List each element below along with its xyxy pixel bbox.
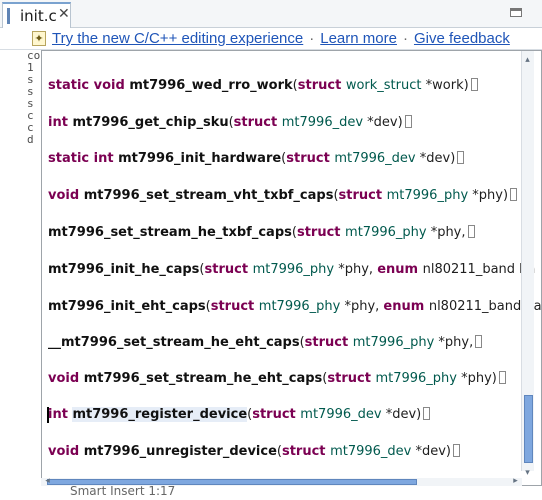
signature-text: *phy,: [334, 262, 378, 277]
lightbulb-icon: ✦: [32, 31, 46, 46]
keyword-text: struct: [210, 299, 259, 314]
status-strip: Smart Insert 1:17: [0, 484, 542, 500]
learn-more-link[interactable]: Learn more: [320, 28, 397, 50]
collapsed-parameter-icon[interactable]: [453, 444, 461, 457]
function-name: mt7996_init_hardware: [118, 151, 282, 166]
editor-tab-strip: init.c ✕: [0, 0, 542, 28]
type-name: mt7996_phy: [345, 225, 427, 240]
collapsed-parameter-icon[interactable]: [498, 371, 506, 384]
collapsed-parameter-icon[interactable]: [457, 151, 465, 164]
signature-text: nl80211_band ba: [422, 262, 536, 277]
status-text: Smart Insert 1:17: [70, 484, 176, 498]
outline-item[interactable]: int mt7996_get_chip_sku(struct mt7996_de…: [48, 111, 412, 134]
type-name: mt7996_dev: [300, 407, 382, 422]
type-name: mt7996_dev: [334, 151, 416, 166]
outline-item[interactable]: void mt7996_set_stream_vht_txbf_caps(str…: [48, 184, 518, 207]
keyword-text: struct: [286, 151, 335, 166]
keyword-text: struct: [233, 115, 282, 130]
signature-text: *phy,: [434, 335, 474, 350]
function-name: mt7996_wed_rro_work: [129, 78, 293, 93]
close-tab-icon[interactable]: ✕: [58, 6, 70, 22]
keyword-text: static: [48, 151, 94, 166]
keyword-text: enum: [377, 262, 423, 277]
editor-notification-bar: ✦ Try the new C/C++ editing experience ·…: [0, 28, 542, 50]
keyword-text: struct: [297, 78, 346, 93]
collapsed-parameter-icon[interactable]: [510, 188, 518, 201]
signature-text: *dev): [381, 407, 422, 422]
try-new-editor-link[interactable]: Try the new C/C++ editing experience: [52, 28, 303, 50]
function-name: mt7996_init_he_caps: [48, 262, 200, 277]
collapsed-parameter-icon[interactable]: [423, 407, 431, 420]
type-name: mt7996_phy: [375, 371, 457, 386]
outline-item[interactable]: mt7996_set_stream_he_txbf_caps(struct mt…: [48, 221, 475, 244]
keyword-text: struct: [327, 371, 376, 386]
collapsed-parameter-icon[interactable]: [404, 115, 412, 128]
signature-text: *dev): [411, 444, 452, 459]
keyword-text: void: [48, 188, 84, 203]
separator-2: ·: [402, 30, 408, 47]
scroll-down-icon[interactable]: ▾: [522, 468, 533, 479]
tab-title: init.c: [20, 7, 57, 25]
signature-text: *phy,: [426, 225, 466, 240]
keyword-text: static: [48, 78, 94, 93]
outline-item[interactable]: void mt7996_unregister_device(struct mt7…: [48, 440, 461, 463]
keyword-text: struct: [252, 407, 301, 422]
outline-item[interactable]: int mt7996_register_device(struct mt7996…: [46, 403, 431, 426]
keyword-text: struct: [204, 262, 253, 277]
editor-tab-init-c[interactable]: init.c ✕: [2, 2, 71, 28]
type-name: mt7996_phy: [386, 188, 469, 203]
signature-text: *phy,: [340, 299, 384, 314]
outline-item[interactable]: __mt7996_set_stream_he_eht_caps(struct m…: [48, 331, 483, 354]
keyword-text: int: [48, 115, 73, 130]
outline-item[interactable]: static int mt7996_init_hardware(struct m…: [48, 147, 465, 170]
separator-1: ·: [309, 30, 315, 47]
keyword-text: int: [93, 151, 119, 166]
keyword-text: struct: [338, 188, 387, 203]
minimize-editor-icon[interactable]: [510, 8, 522, 17]
collapsed-parameter-icon[interactable]: [470, 78, 478, 91]
keyword-text: void: [48, 444, 84, 459]
function-name: mt7996_init_eht_caps: [48, 299, 206, 314]
function-name: mt7996_get_chip_sku: [72, 115, 229, 130]
function-name: mt7996_set_stream_he_txbf_caps: [48, 225, 292, 240]
quick-outline-popup[interactable]: static void mt7996_wed_rro_work(struct w…: [41, 50, 542, 486]
collapsed-parameter-icon[interactable]: [467, 225, 475, 238]
signature-text: *dev): [415, 151, 456, 166]
give-feedback-link[interactable]: Give feedback: [414, 28, 510, 50]
type-name: mt7996_dev: [330, 444, 412, 459]
type-name: mt7996_phy: [352, 335, 435, 350]
keyword-text: enum: [383, 299, 429, 314]
keyword-text: struct: [296, 225, 346, 240]
signature-text: *phy): [468, 188, 509, 203]
type-name: mt7996_phy: [258, 299, 341, 314]
type-name: work_struct: [345, 78, 422, 93]
keyword-text: void: [48, 371, 84, 386]
outline-item[interactable]: mt7996_init_eht_caps(struct mt7996_phy *…: [48, 295, 541, 318]
function-name: mt7996_set_stream_he_eht_caps: [83, 371, 323, 386]
collapsed-parameter-icon[interactable]: [475, 335, 483, 348]
notification-links: Try the new C/C++ editing experience · L…: [52, 28, 510, 50]
signature-text: *phy): [456, 371, 497, 386]
vertical-scroll-thumb[interactable]: [524, 395, 533, 463]
keyword-text: void: [93, 78, 130, 93]
file-marker-icon: [7, 8, 16, 24]
editor-left-margin: [0, 50, 27, 500]
outline-item[interactable]: mt7996_init_he_caps(struct mt7996_phy *p…: [48, 258, 535, 281]
function-name: mt7996_register_device: [72, 407, 248, 422]
scroll-up-icon[interactable]: ▴: [522, 55, 533, 66]
keyword-text: int: [48, 407, 73, 422]
function-name: __mt7996_set_stream_he_eht_caps: [48, 335, 300, 350]
outline-item[interactable]: void mt7996_set_stream_he_eht_caps(struc…: [48, 367, 506, 390]
type-name: mt7996_phy: [252, 262, 335, 277]
type-name: mt7996_dev: [281, 115, 364, 130]
function-name: mt7996_unregister_device: [83, 444, 277, 459]
signature-text: *dev): [363, 115, 403, 130]
outline-vertical-scrollbar[interactable]: [521, 51, 534, 471]
keyword-text: struct: [281, 444, 331, 459]
function-name: mt7996_set_stream_vht_txbf_caps: [83, 188, 334, 203]
outline-item[interactable]: static void mt7996_wed_rro_work(struct w…: [48, 74, 478, 97]
signature-text: *work): [421, 78, 469, 93]
keyword-text: struct: [304, 335, 353, 350]
